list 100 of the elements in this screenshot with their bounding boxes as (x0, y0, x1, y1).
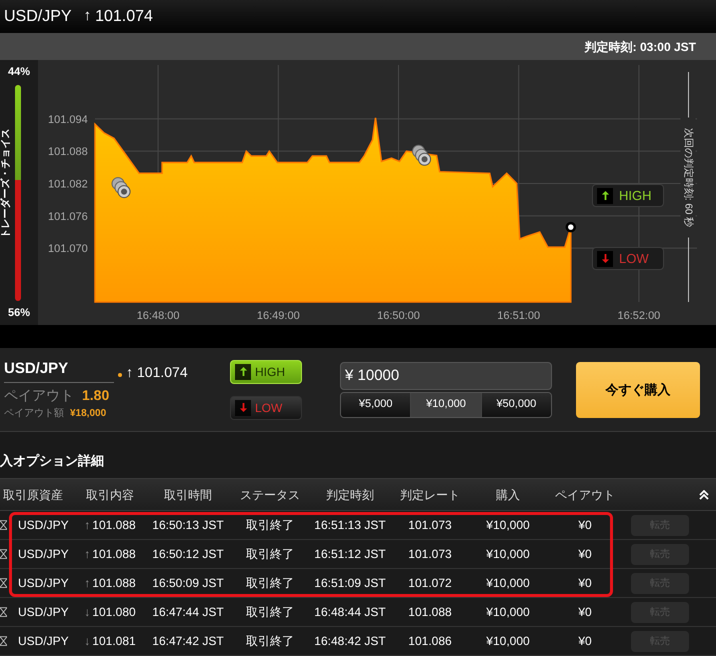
collapse-icon[interactable] (699, 490, 709, 500)
pair-title: USD/JPY (4, 6, 72, 26)
expiry-time: 判定時刻: 03:00 JST (584, 38, 696, 56)
next-expiry-label: 次回の判定時刻: 60 秒 (680, 118, 696, 238)
high-button[interactable]: HIGH (592, 184, 664, 207)
table-cell-text: ¥0 (577, 546, 593, 563)
table-cell-text: ¥0 (577, 517, 593, 534)
payout-rate: 1.80 (82, 386, 110, 406)
hourglass-icon (0, 549, 7, 559)
high-percent: 44% (8, 65, 30, 80)
payout-amount: ¥18,000 (70, 407, 106, 422)
table-cell-text: ¥10,000 (485, 517, 531, 534)
low-option[interactable]: LOW (230, 396, 302, 420)
axis-label: 101.070 (48, 243, 88, 256)
amount-field[interactable]: ¥ 10000 (340, 362, 552, 390)
column-header: 判定レート (399, 486, 461, 504)
axis-label: 16:52:00 (618, 310, 660, 322)
table-cell-text: 101.081 (92, 633, 136, 650)
column-header: 取引原資産 (2, 486, 64, 504)
table-cell-text: 16:48:44 JST (314, 604, 386, 621)
arrow-symbol: ↑ (126, 363, 133, 382)
table-cell-text: 16:47:44 JST (151, 604, 225, 621)
hourglass-icon (0, 607, 7, 617)
table-cell-text: 16:51:12 JST (314, 546, 386, 563)
hourglass-icon (0, 520, 7, 530)
table-cell-text: USD/JPY (17, 633, 70, 650)
column-header: 取引時間 (163, 486, 213, 504)
axis-label: 101.094 (48, 114, 88, 126)
table-cell-text: 101.088 (92, 546, 136, 563)
up-arrow-icon (600, 190, 610, 201)
axis-label: 16:51:00 (497, 310, 540, 322)
table-cell-text: 16:47:42 JST (151, 633, 225, 650)
column-header: 取引内容 (85, 486, 135, 504)
arrow-symbol: ↑ (84, 517, 90, 534)
table-cell-text: 16:50:13 JST (151, 517, 225, 534)
table-cell-text: 101.088 (407, 604, 453, 621)
current-price-dot (566, 222, 576, 232)
amount-preset[interactable]: ¥5,000 (341, 392, 410, 416)
column-header: 判定時刻 (325, 486, 375, 504)
trade-marker-icon (412, 144, 432, 166)
arrow-symbol: ↑ (84, 546, 90, 563)
table-cell-text: 16:48:42 JST (314, 633, 386, 650)
table-cell-text: 101.073 (407, 517, 453, 534)
low-percent: 56% (8, 306, 30, 320)
current-rate: 101.074 (95, 6, 153, 26)
arrow-symbol: ↓ (84, 604, 90, 621)
down-arrow-icon (600, 253, 610, 264)
table-cell-text: 101.072 (407, 575, 453, 592)
table-cell-text: USD/JPY (17, 546, 70, 563)
table-cell-text: 取引終了 (245, 633, 295, 650)
table-cell-text: ¥10,000 (485, 604, 531, 621)
table-cell-text: ¥0 (577, 633, 593, 650)
axis-label: 16:50:00 (377, 310, 420, 322)
table-cell-text: ¥10,000 (485, 546, 531, 563)
section-title: 入オプション詳細 (0, 452, 104, 470)
payout-label: ペイアウト (4, 386, 74, 406)
table-cell-text: 16:51:13 JST (314, 517, 386, 534)
buy-now-button[interactable]: 今すぐ購入 (576, 362, 700, 418)
up-arrow-icon (238, 366, 248, 377)
column-header: ペイアウト (554, 486, 616, 504)
table-cell-text: 取引終了 (245, 604, 295, 621)
column-header: ステータス (239, 486, 301, 504)
table-cell-text: 16:51:09 JST (314, 575, 386, 592)
arrow-symbol: ↑ (84, 575, 90, 592)
axis-label: 101.088 (48, 146, 88, 158)
arrow-symbol: ↑ (84, 6, 92, 26)
hourglass-icon (0, 636, 7, 646)
table-cell-text: 16:50:09 JST (151, 575, 225, 592)
table-cell-text: 取引終了 (245, 517, 295, 534)
order-rate: 101.074 (137, 363, 188, 382)
down-arrow-icon (238, 402, 248, 413)
high-option[interactable]: HIGH (230, 360, 302, 384)
table-cell-text: 16:50:12 JST (151, 546, 225, 563)
axis-label: 101.082 (48, 178, 88, 190)
table-cell-text: 取引終了 (245, 575, 295, 592)
axis-label: 16:49:00 (256, 310, 300, 322)
traders-choice-label: トレーダーズ・チョイス (0, 127, 12, 240)
axis-label: 101.076 (48, 210, 88, 223)
pair-name: USD/JPY (4, 358, 114, 384)
table-cell-text: USD/JPY (17, 575, 70, 592)
table-cell-text: ¥10,000 (485, 633, 531, 650)
low-button[interactable]: LOW (592, 247, 664, 270)
table-cell-text: 取引終了 (245, 546, 295, 563)
table-cell-text: 101.080 (92, 604, 136, 621)
table-cell-text: 101.086 (407, 633, 453, 650)
hourglass-icon (0, 578, 7, 588)
table-cell-text: 101.073 (407, 546, 453, 563)
table-cell-text: ¥0 (577, 604, 593, 621)
table-cell-text: ¥0 (577, 575, 593, 592)
table-cell-text: 101.088 (92, 517, 136, 534)
table-cell-text: ¥10,000 (485, 575, 531, 592)
amount-preset[interactable]: ¥10,000 (410, 392, 481, 416)
trade-marker-icon (112, 177, 131, 198)
column-header: 購入 (495, 486, 521, 504)
table-cell-text: 101.088 (92, 575, 136, 592)
table-cell-text: USD/JPY (17, 604, 70, 621)
amount-preset[interactable]: ¥50,000 (480, 392, 551, 416)
table-cell-text: USD/JPY (17, 517, 70, 534)
payout-amount-label: ペイアウト額 (4, 406, 64, 422)
arrow-symbol: ↓ (84, 633, 90, 650)
